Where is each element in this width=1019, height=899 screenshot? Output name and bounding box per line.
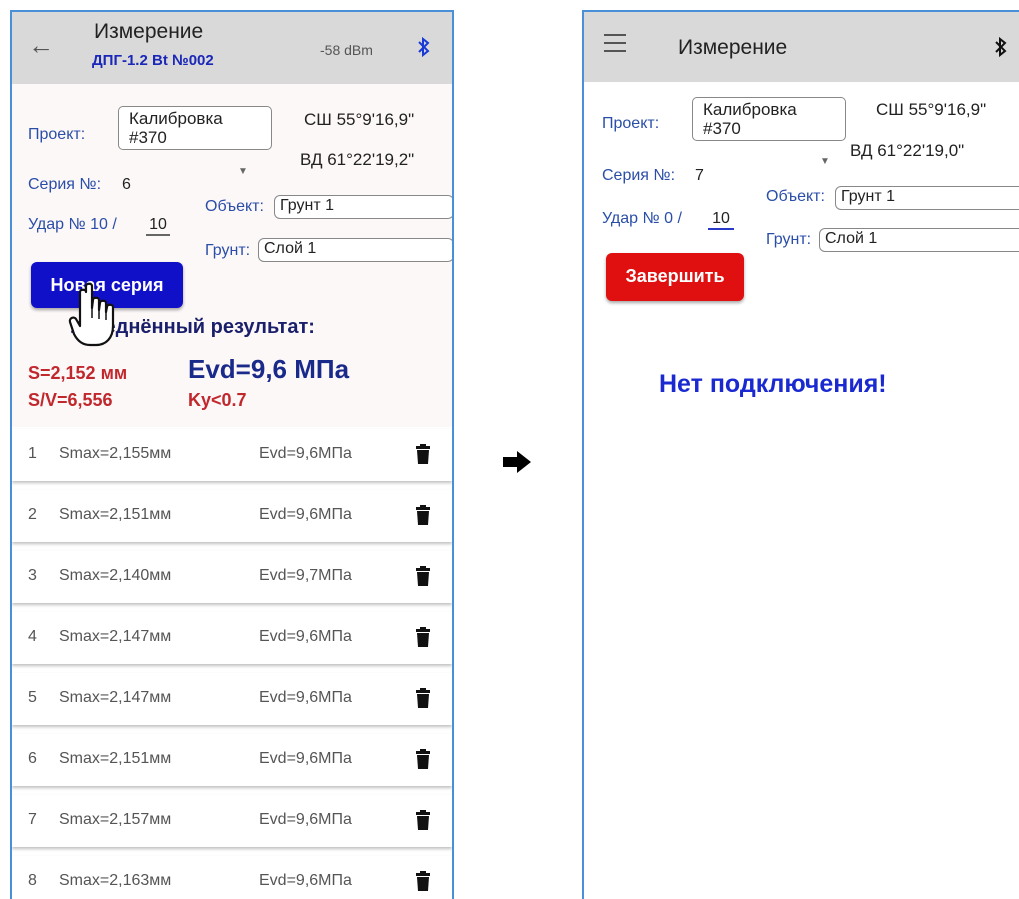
longitude: ВД 61°22'19,0" [850,141,965,160]
finish-button[interactable]: Завершить [606,253,744,301]
trash-icon[interactable] [415,566,431,586]
list-item[interactable]: 1 Smax=2,155мм Evd=9,6МПа [12,429,452,481]
row-smax: Smax=2,151мм [59,750,172,767]
hand-pointer-icon [68,282,115,347]
app-bar: Измерение [584,12,1019,82]
strike-count-input[interactable]: 10 [708,210,734,230]
soil-field[interactable]: Слой 1 [258,238,452,262]
no-connection-message: Нет подключения! [659,370,887,398]
row-evd: Evd=9,7МПа [259,567,352,584]
series-label: Серия №: [602,167,676,184]
latitude: СШ 55°9'16,9" [304,110,415,129]
trash-icon[interactable] [415,871,431,891]
latitude: СШ 55°9'16,9" [876,100,987,119]
series-value[interactable]: 6 [122,176,131,194]
list-item[interactable]: 4 Smax=2,147мм Evd=9,6МПа [12,612,452,664]
sv-value: S/V=6,556 [28,390,113,410]
trash-icon[interactable] [415,688,431,708]
evd-value: Evd=9,6 МПа [188,354,350,384]
series-value[interactable]: 7 [695,167,704,185]
row-number: 5 [28,689,37,706]
measurement-header: Проект: Калибровка #370 СШ 55°9'16,9" ВД… [12,84,452,427]
trash-icon[interactable] [415,444,431,464]
row-number: 2 [28,506,37,523]
soil-label: Грунт: [766,231,812,248]
dropdown-icon[interactable]: ▼ [820,156,830,167]
object-field[interactable]: Грунт 1 [274,195,452,219]
row-evd: Evd=9,6МПа [259,445,352,462]
row-number: 4 [28,628,37,645]
row-number: 3 [28,567,37,584]
longitude: ВД 61°22'19,2" [300,150,415,169]
object-label: Объект: [766,188,825,205]
app-bar: ← Измерение ДПГ-1.2 Bt №002 -58 dBm [12,12,452,84]
trash-icon[interactable] [415,810,431,830]
row-smax: Smax=2,163мм [59,872,172,889]
trash-icon[interactable] [415,749,431,769]
soil-label: Грунт: [205,242,251,259]
project-field[interactable]: Калибровка #370 [118,106,272,150]
project-label: Проект: [28,126,86,143]
page-title: Измерение [94,20,204,43]
row-evd: Evd=9,6МПа [259,811,352,828]
row-evd: Evd=9,6МПа [259,506,352,523]
list-item[interactable]: 2 Smax=2,151мм Evd=9,6МПа [12,490,452,542]
row-smax: Smax=2,157мм [59,811,172,828]
row-number: 1 [28,445,37,462]
list-item[interactable]: 3 Smax=2,140мм Evd=9,7МПа [12,551,452,603]
project-label: Проект: [602,115,660,132]
series-label: Серия №: [28,176,102,193]
strike-count-input[interactable]: 10 [146,216,170,236]
soil-field[interactable]: Слой 1 [819,228,1019,252]
bluetooth-icon[interactable] [994,36,1008,58]
object-label: Объект: [205,198,264,215]
strike-label: Удар № 10 / [28,216,117,233]
back-arrow-icon[interactable]: ← [28,30,54,61]
row-evd: Evd=9,6МПа [259,628,352,645]
menu-icon[interactable] [604,34,626,58]
ky-value: Ky<0.7 [188,390,247,410]
project-field[interactable]: Калибровка #370 [692,97,846,141]
row-smax: Smax=2,155мм [59,445,172,462]
left-phone-screen: ← Измерение ДПГ-1.2 Bt №002 -58 dBm Прое… [10,10,454,899]
bluetooth-icon[interactable] [417,36,431,58]
trash-icon[interactable] [415,627,431,647]
page-title: Измерение [678,36,788,59]
strike-label: Удар № 0 / [602,210,682,227]
row-number: 8 [28,872,37,889]
row-smax: Smax=2,140мм [59,567,172,584]
row-smax: Smax=2,147мм [59,689,172,706]
dropdown-icon[interactable]: ▼ [238,166,248,177]
row-number: 6 [28,750,37,767]
list-item[interactable]: 6 Smax=2,151мм Evd=9,6МПа [12,734,452,786]
arrow-right-icon [503,451,531,473]
trash-icon[interactable] [415,505,431,525]
right-phone-screen: Измерение Проект: Калибровка #370 СШ 55°… [582,10,1019,899]
row-evd: Evd=9,6МПа [259,689,352,706]
row-number: 7 [28,811,37,828]
row-evd: Evd=9,6МПа [259,872,352,889]
row-evd: Evd=9,6МПа [259,750,352,767]
list-item[interactable]: 7 Smax=2,157мм Evd=9,6МПа [12,795,452,847]
device-name: ДПГ-1.2 Bt №002 [92,52,214,69]
list-item[interactable]: 8 Smax=2,163мм Evd=9,6МПа [12,856,452,899]
object-field[interactable]: Грунт 1 [835,186,1019,210]
signal-strength: -58 dBm [320,42,373,58]
s-value: S=2,152 мм [28,363,128,383]
row-smax: Smax=2,147мм [59,628,172,645]
list-item[interactable]: 5 Smax=2,147мм Evd=9,6МПа [12,673,452,725]
row-smax: Smax=2,151мм [59,506,172,523]
